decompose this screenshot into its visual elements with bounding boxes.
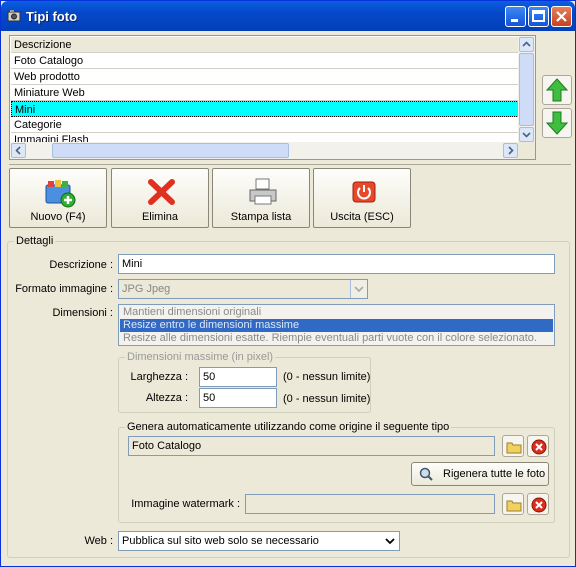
auto-generate-legend: Genera automaticamente utilizzando come … bbox=[127, 421, 450, 433]
remove-icon bbox=[531, 439, 547, 455]
chevron-up-icon bbox=[522, 41, 531, 47]
magnifier-icon bbox=[419, 467, 433, 481]
dimension-option-selected[interactable]: Resize entro le dimensioni massime bbox=[120, 319, 553, 332]
format-dropdown-button[interactable] bbox=[350, 280, 367, 298]
chevron-right-icon bbox=[508, 146, 514, 155]
web-dropdown-button[interactable] bbox=[382, 532, 399, 550]
delete-button[interactable]: Elimina bbox=[111, 168, 209, 228]
height-hint: (0 - nessun limite) bbox=[283, 393, 371, 405]
width-label: Larghezza : bbox=[130, 371, 188, 383]
list-item[interactable]: Web prodotto bbox=[11, 69, 519, 85]
exit-button-label: Uscita (ESC) bbox=[330, 211, 394, 223]
horizontal-scroll-thumb[interactable] bbox=[52, 143, 289, 158]
height-field[interactable]: 50 bbox=[199, 388, 277, 408]
separator bbox=[9, 164, 571, 165]
regenerate-label: Rigenera tutte le foto bbox=[443, 468, 546, 480]
title-bar: Tipi foto bbox=[1, 1, 575, 31]
horizontal-scrollbar[interactable] bbox=[10, 142, 519, 159]
dimensions-label: Dimensioni : bbox=[52, 307, 113, 319]
source-type-field[interactable]: Foto Catalogo bbox=[128, 436, 495, 456]
dimensions-list[interactable]: Mantieni dimensioni originali Resize ent… bbox=[118, 304, 555, 346]
scroll-down-button[interactable] bbox=[519, 127, 534, 142]
maximize-button[interactable] bbox=[528, 6, 549, 27]
move-down-button[interactable] bbox=[542, 108, 572, 138]
close-button[interactable] bbox=[551, 6, 572, 27]
power-icon bbox=[352, 181, 376, 203]
browse-source-button[interactable] bbox=[502, 435, 524, 457]
format-label: Formato immagine : bbox=[15, 283, 113, 295]
scroll-right-button[interactable] bbox=[503, 143, 518, 158]
folder-icon bbox=[506, 442, 522, 454]
list-item-selected[interactable]: Mini bbox=[11, 101, 519, 117]
list-item[interactable]: Miniature Web bbox=[11, 85, 519, 101]
scroll-corner bbox=[518, 142, 535, 159]
dimension-option[interactable]: Resize alle dimensioni esatte. Riempie e… bbox=[120, 332, 553, 345]
regenerate-button[interactable]: Rigenera tutte le foto bbox=[411, 462, 549, 486]
clear-watermark-button[interactable] bbox=[527, 493, 549, 515]
print-button[interactable]: Stampa lista bbox=[212, 168, 310, 228]
types-list[interactable]: Descrizione Foto Catalogo Web prodotto M… bbox=[9, 35, 536, 160]
list-header[interactable]: Descrizione bbox=[11, 37, 519, 53]
chevron-down-icon bbox=[385, 538, 395, 545]
print-button-label: Stampa lista bbox=[230, 211, 292, 223]
watermark-field[interactable] bbox=[245, 494, 495, 514]
delete-button-label: Elimina bbox=[141, 211, 179, 223]
delete-x-icon bbox=[148, 179, 175, 205]
chevron-down-icon bbox=[354, 286, 364, 293]
exit-button[interactable]: Uscita (ESC) bbox=[313, 168, 411, 228]
watermark-label: Immagine watermark : bbox=[131, 498, 240, 510]
chevron-down-icon bbox=[522, 132, 531, 138]
dimension-option[interactable]: Mantieni dimensioni originali bbox=[120, 306, 553, 319]
web-label: Web : bbox=[84, 535, 113, 547]
toolbar: Nuovo (F4) Elimina Stampa lista Uscita (… bbox=[9, 168, 571, 230]
folder-icon bbox=[506, 500, 522, 512]
remove-icon bbox=[531, 497, 547, 513]
list-item[interactable]: Foto Catalogo bbox=[11, 53, 519, 69]
description-label: Descrizione : bbox=[49, 259, 113, 271]
clear-source-button[interactable] bbox=[527, 435, 549, 457]
format-select[interactable]: JPG Jpeg bbox=[118, 279, 368, 299]
browse-watermark-button[interactable] bbox=[502, 493, 524, 515]
details-legend: Dettagli bbox=[16, 235, 54, 247]
web-select-value: Pubblica sul sito web solo se necessario bbox=[122, 535, 319, 547]
arrow-down-icon bbox=[545, 111, 569, 135]
description-field[interactable]: Mini bbox=[118, 254, 555, 274]
new-button-label: Nuovo (F4) bbox=[30, 211, 86, 223]
width-field[interactable]: 50 bbox=[199, 367, 277, 387]
new-button[interactable]: Nuovo (F4) bbox=[9, 168, 107, 228]
height-label: Altezza : bbox=[145, 392, 188, 404]
chevron-left-icon bbox=[15, 146, 21, 155]
format-select-value: JPG Jpeg bbox=[122, 283, 171, 295]
vertical-scroll-thumb[interactable] bbox=[519, 53, 534, 126]
list-item[interactable]: Categorie bbox=[11, 117, 519, 133]
add-folder-icon bbox=[45, 180, 76, 208]
minimize-button[interactable] bbox=[505, 6, 526, 27]
scroll-up-button[interactable] bbox=[519, 37, 534, 52]
max-dimensions-legend: Dimensioni massime (in pixel) bbox=[127, 351, 274, 363]
window: Tipi foto Descrizione Foto Catalogo Web … bbox=[0, 0, 576, 567]
scroll-left-button[interactable] bbox=[11, 143, 26, 158]
move-up-button[interactable] bbox=[542, 75, 572, 105]
vertical-scrollbar[interactable] bbox=[518, 36, 535, 143]
window-title: Tipi foto bbox=[26, 9, 78, 24]
arrow-up-icon bbox=[545, 78, 569, 102]
web-select[interactable]: Pubblica sul sito web solo se necessario bbox=[118, 531, 400, 551]
width-hint: (0 - nessun limite) bbox=[283, 371, 371, 383]
printer-icon bbox=[249, 178, 277, 205]
camera-icon bbox=[7, 10, 21, 22]
